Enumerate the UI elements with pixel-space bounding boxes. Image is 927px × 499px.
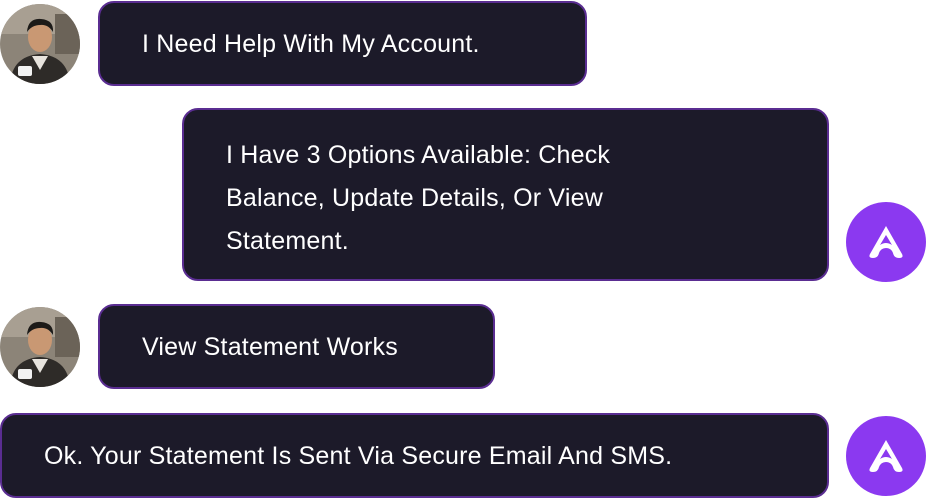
chat-conversation: I Need Help With My Account. I Have 3 Op… xyxy=(0,0,927,499)
bot-logo-icon xyxy=(869,440,903,472)
bot-logo-icon xyxy=(869,226,903,258)
message-bubble-bot: I Have 3 Options Available: Check Balanc… xyxy=(182,108,829,281)
user-photo-icon xyxy=(0,307,80,387)
bot-avatar xyxy=(846,416,926,496)
user-avatar xyxy=(0,4,80,84)
message-bubble-user: View Statement Works xyxy=(98,304,495,389)
message-text: I Have 3 Options Available: Check Balanc… xyxy=(226,141,611,255)
bot-avatar xyxy=(846,202,926,282)
user-avatar xyxy=(0,307,80,387)
user-photo-icon xyxy=(0,4,80,84)
message-text: I Need Help With My Account. xyxy=(142,30,480,58)
message-text: Ok. Your Statement Is Sent Via Secure Em… xyxy=(44,442,673,470)
message-text: View Statement Works xyxy=(142,333,398,361)
message-bubble-bot: Ok. Your Statement Is Sent Via Secure Em… xyxy=(0,413,829,498)
message-bubble-user: I Need Help With My Account. xyxy=(98,1,587,86)
